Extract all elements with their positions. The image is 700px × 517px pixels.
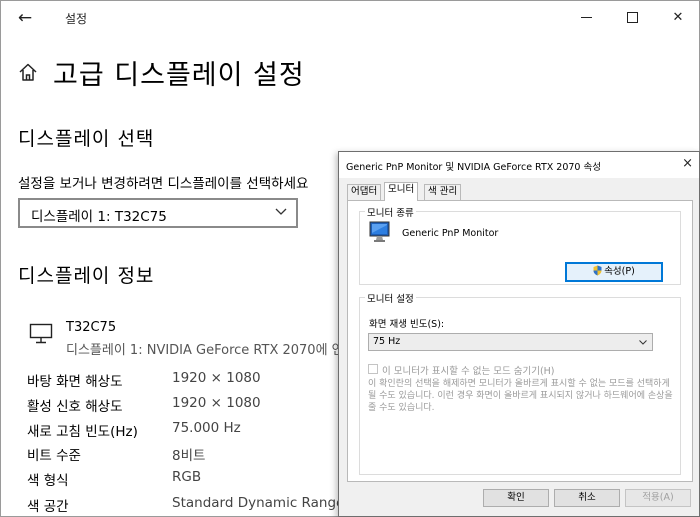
close-button[interactable]: ✕: [655, 5, 700, 31]
monitor-properties-button[interactable]: 속성(P): [565, 262, 663, 282]
monitor-name: T32C75: [66, 320, 117, 335]
info-label: 비트 수준: [27, 448, 81, 464]
hide-modes-warning: 이 확인란의 선택을 해제하면 모니터가 올바르게 표시할 수 없는 모드를 선…: [368, 379, 673, 413]
info-value: 1920 × 1080: [172, 370, 261, 386]
app-title: 설정: [65, 12, 88, 26]
cancel-button[interactable]: 취소: [554, 489, 620, 507]
shield-icon: [593, 265, 602, 276]
home-icon[interactable]: [17, 61, 39, 83]
tab-monitor[interactable]: 모니터: [384, 182, 419, 201]
maximize-button[interactable]: [609, 5, 655, 31]
refresh-rate-select[interactable]: 75 Hz: [368, 333, 653, 351]
info-label: 활성 신호 해상도: [27, 399, 123, 415]
monitor-type-name: Generic PnP Monitor: [402, 228, 499, 239]
generic-monitor-icon: [369, 221, 390, 242]
title-bar: ← 설정 ✕: [1, 1, 700, 35]
display-select-value: 디스플레이 1: T32C75: [31, 209, 167, 225]
info-value: 1920 × 1080: [172, 395, 261, 411]
maximize-icon: [626, 12, 638, 23]
close-icon: ✕: [672, 10, 684, 25]
monitor-connection: 디스플레이 1: NVIDIA GeForce RTX 2070에 연: [66, 343, 344, 358]
dialog-title-bar: Generic PnP Monitor 및 NVIDIA GeForce RTX…: [339, 152, 699, 178]
info-value: 8비트: [172, 448, 206, 464]
apply-button[interactable]: 적용(A): [625, 489, 691, 507]
monitor-icon: [29, 323, 53, 344]
tab-color-management[interactable]: 색 관리: [424, 184, 462, 200]
monitor-tab-panel: 모니터 종류 Generic PnP Monitor 속성(P) 모니터 설정 …: [347, 200, 693, 482]
display-info-heading: 디스플레이 정보: [18, 265, 155, 287]
info-label: 바탕 화면 해상도: [27, 374, 123, 390]
monitor-properties-dialog: Generic PnP Monitor 및 NVIDIA GeForce RTX…: [338, 151, 700, 517]
info-label: 색 형식: [27, 473, 69, 489]
back-button[interactable]: ←: [11, 7, 39, 29]
back-arrow-icon: ←: [17, 8, 33, 28]
monitor-properties-label: 속성(P): [604, 266, 635, 277]
ok-button[interactable]: 확인: [483, 489, 549, 507]
dialog-title: Generic PnP Monitor 및 NVIDIA GeForce RTX…: [346, 162, 601, 173]
select-display-heading: 디스플레이 선택: [18, 128, 155, 150]
dialog-close-button[interactable]: ×: [682, 156, 693, 171]
hide-modes-label: 이 모니터가 표시할 수 없는 모드 숨기기(H): [382, 366, 555, 377]
close-icon: ×: [682, 156, 693, 171]
monitor-settings-legend: 모니터 설정: [365, 291, 416, 305]
page-title: 고급 디스플레이 설정: [53, 60, 305, 91]
info-value: 75.000 Hz: [172, 420, 241, 436]
display-select-dropdown[interactable]: 디스플레이 1: T32C75: [18, 198, 298, 228]
select-display-description: 설정을 보거나 변경하려면 디스플레이를 선택하세요: [18, 176, 309, 192]
info-label: 색 공간: [27, 499, 69, 515]
info-value: Standard Dynamic Range(S: [172, 495, 359, 511]
monitor-type-legend: 모니터 종류: [365, 205, 416, 219]
refresh-rate-value: 75 Hz: [373, 336, 401, 347]
monitor-settings-group: 모니터 설정 화면 재생 빈도(S): 75 Hz 이 모니터가 표시할 수 없…: [359, 291, 681, 475]
info-label: 새로 고침 빈도(Hz): [27, 424, 138, 440]
monitor-type-group: 모니터 종류 Generic PnP Monitor 속성(P): [359, 205, 681, 285]
chevron-down-icon: [275, 208, 287, 215]
minimize-icon: [580, 17, 592, 18]
info-value: RGB: [172, 469, 202, 485]
tab-adapter[interactable]: 어댑터: [347, 184, 382, 200]
chevron-down-icon: [639, 340, 647, 345]
minimize-button[interactable]: [563, 5, 609, 31]
hide-modes-checkbox[interactable]: [368, 364, 378, 374]
refresh-rate-label: 화면 재생 빈도(S):: [369, 319, 445, 330]
